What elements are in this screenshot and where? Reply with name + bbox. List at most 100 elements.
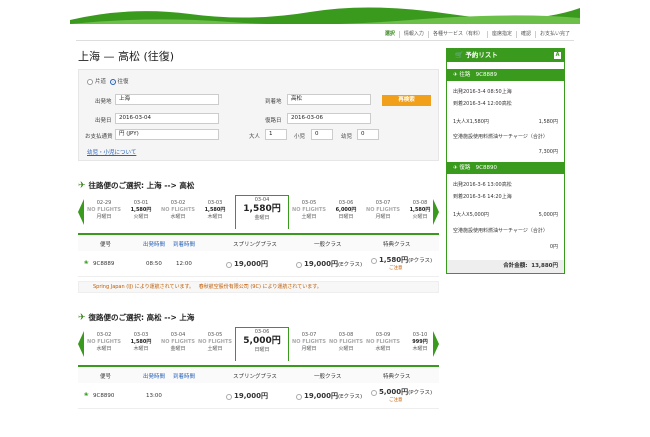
date-price: NO FLIGHTS — [292, 339, 326, 345]
prev-arrow-icon[interactable] — [78, 331, 84, 357]
step-info: 情報入力 — [400, 31, 429, 38]
cart-out-label: 往路 — [459, 72, 471, 78]
oneway-label: 片道 — [95, 79, 107, 85]
plane-icon: ✈ — [78, 181, 86, 191]
cart-icon: 🛒 — [455, 51, 464, 59]
spring-radio[interactable] — [226, 261, 232, 268]
research-button[interactable]: 再検索 — [382, 95, 431, 106]
date-cell[interactable]: 03-09 NO FLIGHTS 水曜日 — [366, 331, 400, 361]
ret-date-input[interactable]: 2016-03-06 — [287, 113, 371, 124]
child-select[interactable]: 0 — [311, 129, 333, 140]
search-panel: 片道 往復 出発地 上海 到着地 高松 再検索 出発日 2016-03-04 復… — [78, 69, 439, 161]
date-price: 1,580円 — [409, 207, 431, 213]
oneway-radio[interactable] — [87, 78, 93, 85]
date-cell[interactable]: 03-07 NO FLIGHTS 月曜日 — [366, 199, 400, 229]
from-label: 出発地 — [95, 99, 112, 105]
special-fare[interactable]: 5,000円(Pクラス) ご注意 — [371, 387, 432, 403]
date-price: 1,580円 — [130, 339, 152, 345]
standard-radio[interactable] — [296, 393, 302, 400]
special-radio[interactable] — [371, 257, 377, 264]
spring-radio[interactable] — [226, 393, 232, 400]
currency-label: お支払通貨 — [85, 134, 113, 140]
special-price: 5,000円 — [379, 388, 409, 396]
cart-in-flight: 9C8890 — [475, 165, 497, 171]
to-input[interactable]: 高松 — [287, 94, 371, 105]
spring-fare[interactable]: 19,000円 — [226, 391, 268, 401]
date-cell[interactable]: 03-03 1,580円 木曜日 — [198, 199, 232, 229]
plane-icon: ✈ — [453, 72, 458, 78]
dep-date-input[interactable]: 2016-03-04 — [115, 113, 219, 124]
date-price: 999円 — [412, 339, 428, 345]
currency-select[interactable]: 円 (JPY) — [115, 129, 219, 140]
date-price: NO FLIGHTS — [366, 207, 400, 213]
date-cell[interactable]: 03-04 NO FLIGHTS 金曜日 — [161, 331, 195, 361]
special-radio[interactable] — [371, 389, 377, 396]
cart-total: 合計金額: 13,880円 — [447, 260, 564, 273]
date-cell[interactable]: 03-06 5,000円 日曜日 — [235, 327, 289, 361]
to-label: 到着地 — [265, 99, 282, 105]
date-cell[interactable]: 03-02 NO FLIGHTS 水曜日 — [87, 331, 121, 361]
special-note-link[interactable]: ご注意 — [389, 266, 403, 271]
th-dep[interactable]: 出発時間 — [143, 372, 165, 380]
standard-class: (Eクラス) — [338, 394, 363, 400]
standard-fare[interactable]: 19,000円(Eクラス) — [296, 391, 362, 401]
adult-select[interactable]: 1 — [265, 129, 287, 140]
standard-price: 19,000円 — [304, 392, 339, 400]
th-arr[interactable]: 到着時間 — [173, 372, 195, 380]
special-class: (Pクラス) — [408, 258, 433, 264]
date-label: 03-04 — [254, 197, 270, 203]
date-price: 1,580円 — [243, 204, 281, 214]
th-dep[interactable]: 出発時間 — [143, 240, 165, 248]
prev-arrow-icon[interactable] — [78, 199, 84, 225]
standard-fare[interactable]: 19,000円(Eクラス) — [296, 259, 362, 269]
divider — [76, 40, 574, 41]
date-cell[interactable]: 03-04 1,580円 金曜日 — [235, 195, 289, 229]
special-note-link[interactable]: ご注意 — [389, 398, 403, 403]
collapse-icon[interactable]: A — [554, 52, 561, 59]
date-price: NO FLIGHTS — [329, 339, 363, 345]
from-input[interactable]: 上海 — [115, 94, 219, 105]
date-label: 03-03 — [133, 332, 149, 338]
date-cell[interactable]: 03-08 NO FLIGHTS 火曜日 — [329, 331, 363, 361]
special-fare[interactable]: 1,580円(Pクラス) ご注意 — [371, 255, 432, 271]
standard-radio[interactable] — [296, 261, 302, 268]
th-arr[interactable]: 到着時間 — [173, 240, 195, 248]
date-weekday: 火曜日 — [133, 214, 149, 220]
outbound-table-header: 便号 出発時間 到着時間 スプリングプラス 一般クラス 特典クラス — [78, 233, 439, 251]
cart-in-label: 復路 — [459, 165, 471, 171]
th-std: 一般クラス — [314, 374, 342, 380]
child-label: 小児 — [294, 134, 306, 140]
infant-child-link[interactable]: 幼児・小児について — [87, 148, 136, 156]
inbound-title-text: 復路便のご選択: 高松 --> 上海 — [88, 313, 195, 322]
date-label: 03-04 — [170, 332, 186, 338]
date-cell[interactable]: 03-01 1,580円 火曜日 — [124, 199, 158, 229]
header-banner — [70, 0, 580, 24]
step-services: 各種サービス（有料） — [429, 31, 488, 38]
date-price: NO FLIGHTS — [161, 207, 195, 213]
outbound-title-text: 往路便のご選択: 上海 --> 高松 — [88, 181, 195, 190]
date-weekday: 火曜日 — [412, 214, 428, 220]
date-label: 02-29 — [96, 200, 112, 206]
outbound-title: ✈ 往路便のご選択: 上海 --> 高松 — [78, 180, 194, 191]
date-cell[interactable]: 03-10 999円 木曜日 — [403, 331, 437, 361]
roundtrip-radio[interactable] — [109, 78, 116, 85]
date-label: 03-08 — [412, 200, 428, 206]
date-price: NO FLIGHTS — [198, 339, 232, 345]
date-cell[interactable]: 03-07 NO FLIGHTS 月曜日 — [292, 331, 326, 361]
spring-price: 19,000円 — [234, 392, 269, 400]
date-cell[interactable]: 03-08 1,580円 火曜日 — [403, 199, 437, 229]
date-cell[interactable]: 03-06 6,000円 日曜日 — [329, 199, 363, 229]
cart-out-dep: 出発2016-3-4 08:50上海 — [453, 89, 512, 95]
flight-number: 9C8890 — [93, 393, 115, 399]
inbound-table-header: 便号 出発時間 到着時間 スプリングプラス 一般クラス 特典クラス — [78, 365, 439, 383]
date-cell[interactable]: 03-03 1,580円 木曜日 — [124, 331, 158, 361]
date-cell[interactable]: 03-02 NO FLIGHTS 水曜日 — [161, 199, 195, 229]
date-cell[interactable]: 03-05 NO FLIGHTS 土曜日 — [198, 331, 232, 361]
dep-label: 出発日 — [95, 118, 112, 124]
date-cell[interactable]: 03-05 NO FLIGHTS 土曜日 — [292, 199, 326, 229]
date-label: 03-10 — [412, 332, 428, 338]
spring-fare[interactable]: 19,000円 — [226, 259, 268, 269]
dep-time: 13:00 — [146, 393, 162, 399]
infant-select[interactable]: 0 — [357, 129, 379, 140]
date-cell[interactable]: 02-29 NO FLIGHTS 月曜日 — [87, 199, 121, 229]
